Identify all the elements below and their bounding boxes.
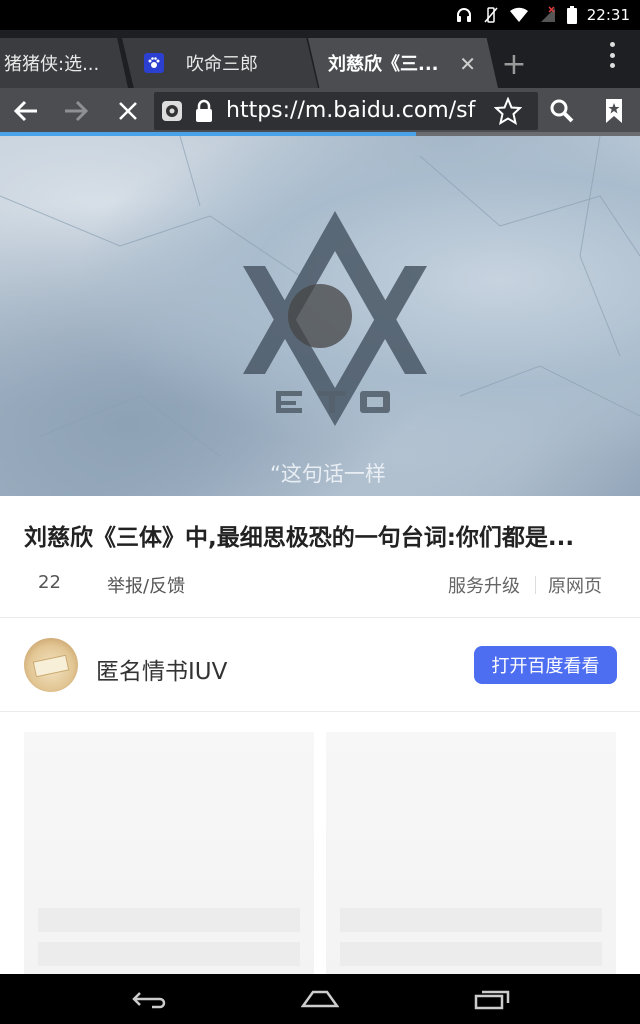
search-icon[interactable] xyxy=(540,88,584,134)
url-text[interactable]: https://m.baidu.com/sf xyxy=(226,98,482,126)
status-icons: 22:31 xyxy=(455,0,630,30)
author-name[interactable]: 匿名情书IUV xyxy=(96,652,227,686)
headset-icon xyxy=(456,8,471,22)
placeholder-card xyxy=(24,732,314,974)
site-icon xyxy=(162,101,182,121)
vibrate-icon xyxy=(484,7,498,23)
status-time: 22:31 xyxy=(586,6,630,24)
forward-icon[interactable] xyxy=(54,88,98,134)
overflow-menu-icon[interactable] xyxy=(610,42,618,68)
wifi-icon xyxy=(509,7,528,23)
meta-divider xyxy=(535,576,536,594)
back-nav-icon[interactable] xyxy=(120,974,180,1024)
report-link[interactable]: 举报/反馈 xyxy=(107,572,185,598)
tab-strip: 猪猪侠:选... 吹命三郎 刘慈欣《三... ✕ xyxy=(0,30,640,88)
original-page-link[interactable]: 原网页 xyxy=(548,572,602,598)
back-icon[interactable] xyxy=(4,88,48,134)
placeholder-card xyxy=(326,732,616,974)
article-meta: 22 举报/反馈 服务升级 原网页 xyxy=(0,568,640,598)
tab-label: 猪猪侠:选... xyxy=(4,54,100,75)
placeholder-line xyxy=(340,942,602,966)
status-bar: 22:31 xyxy=(0,0,640,30)
tab-label: 刘慈欣《三... xyxy=(328,54,439,75)
service-upgrade-link[interactable]: 服务升级 xyxy=(448,572,520,598)
open-baidu-button[interactable]: 打开百度看看 xyxy=(474,646,617,684)
author-avatar[interactable] xyxy=(24,638,78,692)
system-nav-bar xyxy=(0,974,640,1024)
web-page[interactable]: “这句话一样 刘慈欣《三体》中,最细思极恐的一句台词:你们都是... 22 举报… xyxy=(0,136,640,974)
battery-icon xyxy=(566,6,577,24)
section-divider xyxy=(0,617,640,618)
tab-liucixin[interactable]: 刘慈欣《三... ✕ xyxy=(308,38,498,88)
placeholder-line xyxy=(38,942,300,966)
browser-toolbar: https://m.baidu.com/sf xyxy=(0,88,640,134)
signal-icon xyxy=(540,6,555,22)
article-title[interactable]: 刘慈欣《三体》中,最细思极恐的一句台词:你们都是... xyxy=(24,518,624,552)
paw-icon xyxy=(144,53,164,73)
video-subtitle: “这句话一样 xyxy=(270,462,386,486)
tab-pig-hero[interactable]: 猪猪侠:选... xyxy=(0,38,128,88)
star-icon[interactable] xyxy=(493,96,523,129)
bookmark-icon[interactable] xyxy=(592,88,636,134)
stop-icon[interactable] xyxy=(106,88,150,134)
video-player[interactable]: “这句话一样 xyxy=(0,136,640,496)
address-bar[interactable]: https://m.baidu.com/sf xyxy=(154,92,538,130)
tab-close-icon[interactable]: ✕ xyxy=(459,52,476,76)
like-count[interactable]: 22 xyxy=(38,572,61,593)
recents-nav-icon[interactable] xyxy=(462,974,522,1024)
loading-placeholder xyxy=(0,712,640,974)
placeholder-line xyxy=(38,908,300,932)
new-tab-button[interactable]: + xyxy=(494,46,534,82)
home-nav-icon[interactable] xyxy=(290,974,350,1024)
tab-chuiming[interactable]: 吹命三郎 xyxy=(122,38,318,88)
lock-icon xyxy=(194,99,214,127)
placeholder-line xyxy=(340,908,602,932)
video-loading-indicator xyxy=(288,284,352,348)
tab-label: 吹命三郎 xyxy=(186,54,258,75)
